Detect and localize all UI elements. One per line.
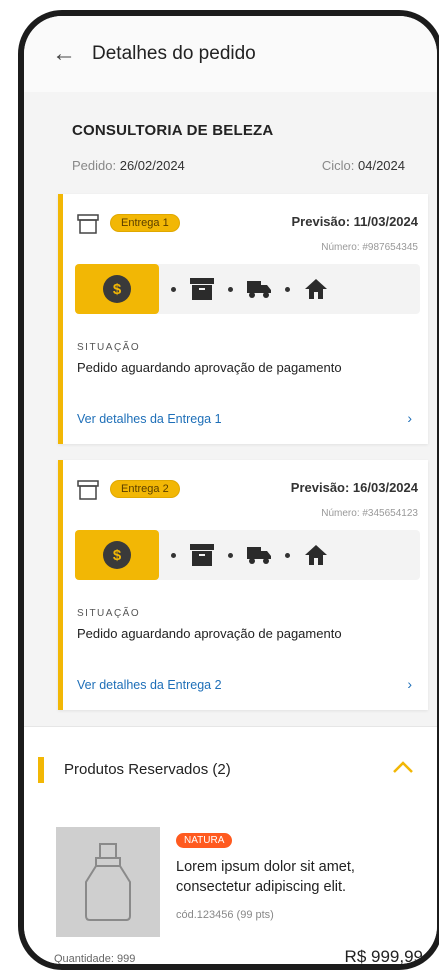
product-price: R$ 999,99 bbox=[344, 947, 423, 966]
order-cycle-value: 04/2024 bbox=[358, 158, 405, 173]
delivery-forecast: Previsão: 16/03/2024 bbox=[290, 480, 418, 495]
brand-badge: NATURA bbox=[176, 833, 233, 848]
step-dot bbox=[228, 552, 233, 558]
box-icon bbox=[77, 480, 99, 500]
section-accent-bar bbox=[38, 757, 44, 783]
product-code: cód.123456 (99 pts) bbox=[176, 909, 274, 921]
status-text: Pedido aguardando aprovação de pagamento bbox=[77, 626, 342, 641]
truck-icon bbox=[245, 541, 273, 569]
step-payment: $ bbox=[75, 530, 159, 580]
truck-icon bbox=[245, 275, 273, 303]
dollar-icon: $ bbox=[103, 275, 131, 303]
package-icon bbox=[188, 275, 216, 303]
chevron-right-icon[interactable]: › bbox=[407, 410, 412, 426]
delivery-progress: $ bbox=[75, 264, 420, 314]
package-icon bbox=[188, 541, 216, 569]
product-quantity: Quantidade: 999 bbox=[54, 953, 136, 965]
status-label: SITUAÇÃO bbox=[77, 608, 141, 619]
reserved-products-title: Produtos Reservados (2) bbox=[64, 761, 231, 778]
step-payment: $ bbox=[75, 264, 159, 314]
delivery-number: Número: #345654123 bbox=[321, 508, 418, 519]
order-date-value: 26/02/2024 bbox=[119, 158, 185, 173]
step-dot bbox=[228, 286, 233, 292]
delivery-card-1: Entrega 1 Previsão: 11/03/2024 Número: #… bbox=[58, 194, 428, 444]
delivery-forecast: Previsão: 11/03/2024 bbox=[291, 214, 419, 229]
reserved-products-section: Produtos Reservados (2) NATURA Lorem ips… bbox=[24, 726, 437, 966]
product-image bbox=[56, 827, 160, 937]
step-dot bbox=[285, 552, 290, 558]
order-info: CONSULTORIA DE BELEZA Pedido: 26/02/2024… bbox=[24, 92, 437, 184]
bottle-icon bbox=[85, 843, 131, 921]
company-name: CONSULTORIA DE BELEZA bbox=[72, 122, 274, 139]
dollar-icon: $ bbox=[103, 541, 131, 569]
delivery-badge: Entrega 2 bbox=[111, 481, 179, 497]
home-icon bbox=[302, 275, 330, 303]
order-cycle-label: Ciclo: bbox=[321, 158, 355, 173]
chevron-right-icon[interactable]: › bbox=[407, 676, 412, 692]
delivery-details-link[interactable]: Ver detalhes da Entrega 1 bbox=[77, 412, 222, 426]
phone-frame: ← Detalhes do pedido CONSULTORIA DE BELE… bbox=[18, 10, 439, 970]
delivery-details-link[interactable]: Ver detalhes da Entrega 2 bbox=[77, 678, 222, 692]
chevron-up-icon[interactable] bbox=[391, 757, 415, 777]
delivery-card-2: Entrega 2 Previsão: 16/03/2024 Número: #… bbox=[58, 460, 428, 710]
status-label: SITUAÇÃO bbox=[77, 342, 141, 353]
back-arrow-icon[interactable]: ← bbox=[50, 40, 78, 68]
step-dot bbox=[285, 286, 290, 292]
box-icon bbox=[77, 214, 99, 234]
step-dot bbox=[171, 552, 176, 558]
delivery-number: Número: #987654345 bbox=[321, 242, 418, 253]
order-date: Pedido: 26/02/2024 bbox=[72, 158, 185, 173]
order-cycle: Ciclo: 04/2024 bbox=[322, 158, 405, 173]
product-description: Lorem ipsum dolor sit amet, consectetur … bbox=[176, 859, 355, 895]
page-title: Detalhes do pedido bbox=[92, 43, 256, 64]
delivery-badge: Entrega 1 bbox=[111, 215, 179, 231]
app-header: ← Detalhes do pedido bbox=[24, 16, 437, 92]
home-icon bbox=[302, 541, 330, 569]
step-dot bbox=[171, 286, 176, 292]
order-date-label: Pedido: bbox=[72, 158, 117, 173]
status-text: Pedido aguardando aprovação de pagamento bbox=[77, 360, 342, 375]
delivery-progress: $ bbox=[75, 530, 420, 580]
